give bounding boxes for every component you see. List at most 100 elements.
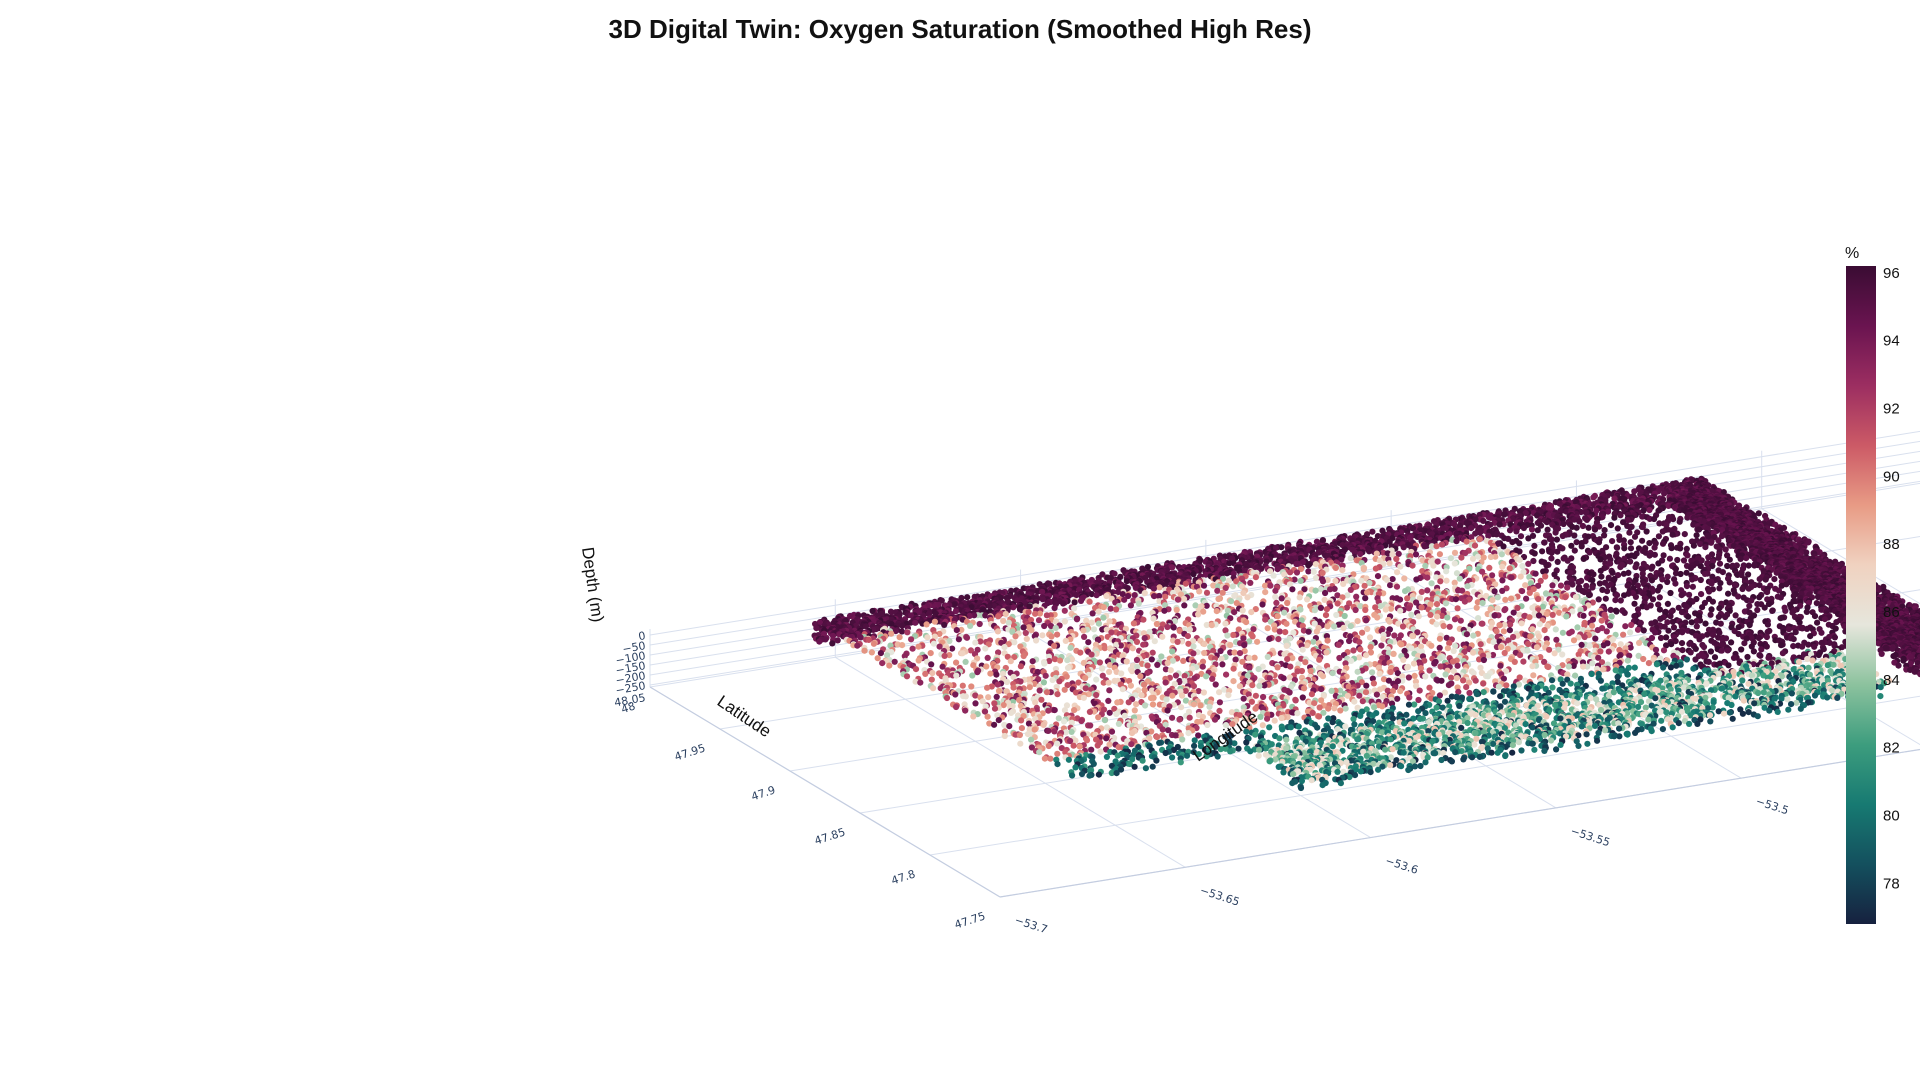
- data-point[interactable]: [1369, 528, 1376, 535]
- data-point[interactable]: [1364, 589, 1371, 596]
- data-point[interactable]: [1424, 587, 1431, 594]
- data-point[interactable]: [1248, 609, 1255, 616]
- data-point[interactable]: [1239, 607, 1246, 614]
- data-point[interactable]: [1422, 562, 1429, 570]
- data-point[interactable]: [1516, 540, 1523, 547]
- data-point[interactable]: [1404, 595, 1411, 602]
- data-point[interactable]: [1394, 569, 1401, 576]
- data-point[interactable]: [1200, 582, 1208, 589]
- data-point[interactable]: [1347, 555, 1354, 562]
- data-point[interactable]: [1686, 591, 1693, 598]
- data-point[interactable]: [1680, 557, 1688, 564]
- data-point[interactable]: [1223, 570, 1231, 577]
- data-point[interactable]: [1377, 603, 1384, 610]
- data-point[interactable]: [1564, 557, 1571, 564]
- data-point[interactable]: [1591, 526, 1599, 533]
- data-point[interactable]: [1572, 594, 1579, 601]
- data-point[interactable]: [1516, 556, 1523, 564]
- data-point[interactable]: [1706, 588, 1713, 595]
- data-point[interactable]: [1646, 506, 1653, 514]
- data-point[interactable]: [1674, 556, 1681, 564]
- data-point[interactable]: [1607, 522, 1615, 529]
- data-point[interactable]: [1270, 572, 1277, 579]
- data-point[interactable]: [1609, 538, 1616, 545]
- data-point[interactable]: [1510, 609, 1517, 616]
- data-point[interactable]: [1387, 605, 1395, 612]
- data-point[interactable]: [1272, 593, 1279, 601]
- data-point[interactable]: [1726, 556, 1733, 563]
- data-point[interactable]: [1539, 548, 1546, 555]
- data-point[interactable]: [1192, 602, 1199, 609]
- data-point[interactable]: [1284, 599, 1291, 607]
- data-point[interactable]: [1654, 587, 1661, 594]
- data-point[interactable]: [1573, 524, 1580, 531]
- data-point[interactable]: [1332, 577, 1339, 585]
- data-point[interactable]: [1659, 540, 1667, 547]
- data-point[interactable]: [1086, 598, 1093, 605]
- data-point[interactable]: [1141, 590, 1148, 597]
- data-point[interactable]: [1579, 522, 1586, 530]
- data-point[interactable]: [1554, 558, 1561, 566]
- data-point[interactable]: [1501, 511, 1508, 518]
- data-point[interactable]: [1409, 562, 1416, 569]
- data-point[interactable]: [1401, 575, 1408, 582]
- data-point[interactable]: [1289, 586, 1296, 593]
- data-point[interactable]: [1651, 544, 1658, 551]
- data-point[interactable]: [1717, 580, 1724, 587]
- data-point[interactable]: [1499, 563, 1506, 570]
- data-point[interactable]: [1430, 562, 1437, 569]
- data-point[interactable]: [1549, 582, 1556, 589]
- data-point[interactable]: [1468, 525, 1475, 532]
- data-point[interactable]: [1676, 518, 1683, 525]
- data-point[interactable]: [1181, 602, 1188, 609]
- data-point[interactable]: [1421, 543, 1428, 550]
- data-point[interactable]: [1471, 542, 1479, 549]
- data-point[interactable]: [1156, 584, 1163, 591]
- data-point[interactable]: [1360, 566, 1367, 573]
- data-point[interactable]: [1560, 520, 1567, 528]
- data-point[interactable]: [1709, 598, 1716, 605]
- data-point[interactable]: [1293, 569, 1301, 576]
- data-point[interactable]: [1486, 564, 1493, 572]
- data-point[interactable]: [1387, 582, 1394, 589]
- data-point[interactable]: [1627, 539, 1634, 546]
- data-point[interactable]: [1590, 571, 1597, 578]
- data-point[interactable]: [1602, 595, 1609, 602]
- data-point[interactable]: [1508, 574, 1515, 581]
- data-point[interactable]: [1274, 566, 1281, 573]
- data-point[interactable]: [1107, 605, 1114, 612]
- data-point[interactable]: [1278, 595, 1285, 602]
- data-point[interactable]: [1585, 524, 1592, 531]
- data-point[interactable]: [1151, 593, 1158, 600]
- data-point[interactable]: [1226, 560, 1233, 567]
- data-point[interactable]: [1648, 577, 1656, 584]
- data-point[interactable]: [1543, 519, 1550, 526]
- data-point[interactable]: [1397, 607, 1404, 614]
- data-point[interactable]: [1491, 588, 1498, 595]
- data-point[interactable]: [1559, 532, 1566, 540]
- data-point[interactable]: [1617, 512, 1624, 519]
- data-point[interactable]: [1100, 604, 1107, 611]
- data-point[interactable]: [1203, 589, 1211, 596]
- data-point[interactable]: [1366, 548, 1373, 555]
- data-point[interactable]: [1173, 606, 1180, 614]
- data-point[interactable]: [1590, 494, 1597, 501]
- data-point[interactable]: [1413, 576, 1420, 583]
- data-point[interactable]: [1453, 570, 1461, 577]
- data-point[interactable]: [1304, 596, 1311, 603]
- data-point[interactable]: [1374, 573, 1382, 580]
- data-point[interactable]: [1247, 579, 1254, 587]
- data-point[interactable]: [1317, 604, 1324, 612]
- data-point[interactable]: [1332, 564, 1339, 572]
- data-point[interactable]: [1362, 595, 1369, 602]
- data-point[interactable]: [1557, 582, 1565, 589]
- data-point[interactable]: [1499, 577, 1506, 584]
- data-point[interactable]: [1451, 549, 1459, 556]
- data-point[interactable]: [1578, 543, 1585, 550]
- data-point[interactable]: [1312, 561, 1319, 568]
- data-point[interactable]: [1725, 590, 1732, 597]
- data-point[interactable]: [1397, 563, 1404, 570]
- data-point[interactable]: [1296, 594, 1303, 601]
- data-point[interactable]: [1519, 562, 1526, 570]
- data-point[interactable]: [1526, 589, 1533, 597]
